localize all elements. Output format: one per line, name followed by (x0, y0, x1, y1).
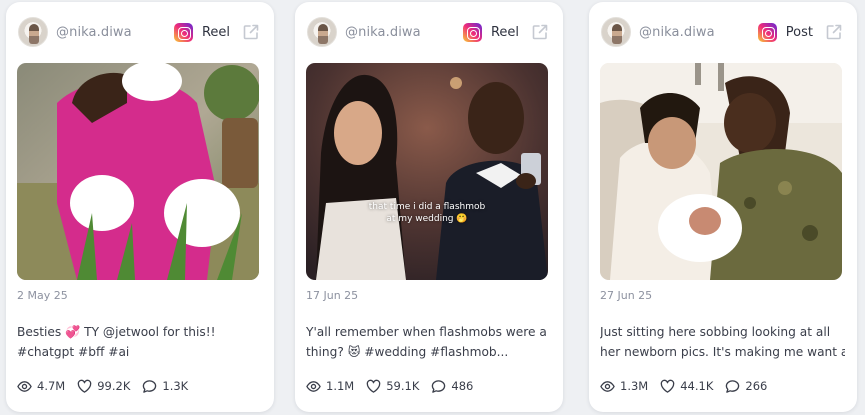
comment-icon (726, 379, 740, 393)
heart-icon (77, 379, 92, 393)
likes-count: 59.1K (386, 379, 420, 393)
post-type-label: Reel (201, 24, 230, 40)
comments-count: 266 (745, 379, 768, 393)
post-caption[interactable]: Y'all remember when flashmobs were a thi… (306, 322, 551, 362)
views-count: 1.1M (326, 379, 355, 393)
comments-stat: 266 (725, 379, 767, 394)
post-type-label: Reel (490, 24, 519, 40)
views-stat: 1.3M (600, 379, 648, 394)
likes-stat: 59.1K (366, 379, 419, 394)
instagram-icon (462, 22, 482, 42)
views-count: 1.3M (620, 379, 649, 393)
card-header: @nika.diwa Post (601, 16, 843, 48)
eye-icon (17, 380, 32, 392)
likes-count: 44.1K (680, 379, 714, 393)
external-link-icon[interactable] (531, 23, 549, 41)
comment-icon (432, 379, 446, 393)
comment-icon (143, 379, 157, 393)
views-stat: 4.7M (17, 379, 65, 394)
caption-line: Just sitting here sobbing looking at all (600, 325, 831, 339)
heart-icon (660, 379, 675, 393)
views-stat: 1.1M (306, 379, 354, 394)
card-header: @nika.diwa Reel (18, 16, 260, 48)
post-card[interactable]: @nika.diwa Reel (6, 2, 274, 412)
eye-icon (600, 380, 615, 392)
creator-handle[interactable]: @nika.diwa (345, 25, 421, 40)
video-text-overlay: that time i did a flashmob at my wedding… (368, 202, 486, 224)
post-card[interactable]: @nika.diwa Post 27 Jun 25 Just sitting h… (589, 2, 857, 412)
likes-stat: 44.1K (660, 379, 713, 394)
avatar[interactable] (307, 17, 337, 47)
post-date: 17 Jun 25 (306, 289, 359, 302)
external-link-icon[interactable] (242, 23, 260, 41)
external-link-icon[interactable] (825, 23, 843, 41)
post-date: 2 May 25 (17, 289, 68, 302)
avatar[interactable] (18, 17, 48, 47)
post-thumbnail[interactable] (17, 63, 259, 280)
caption-line: Besties 💞 TY @jetwool for this!! (17, 325, 216, 339)
eye-icon (306, 380, 321, 392)
caption-line: #chatgpt #bff #ai (17, 345, 130, 359)
comments-stat: 1.3K (142, 379, 188, 394)
avatar[interactable] (601, 17, 631, 47)
comments-count: 486 (451, 379, 474, 393)
post-type-label: Post (785, 24, 813, 40)
comments-stat: 486 (431, 379, 473, 394)
caption-line: her newborn pics. It's making me want a.… (600, 345, 845, 359)
likes-stat: 99.2K (77, 379, 130, 394)
post-caption[interactable]: Besties 💞 TY @jetwool for this!! #chatgp… (17, 322, 262, 362)
card-header: @nika.diwa Reel (307, 16, 549, 48)
post-thumbnail[interactable]: that time i did a flashmob at my wedding… (306, 63, 548, 280)
caption-line: Y'all remember when flashmobs were a (306, 325, 547, 339)
engagement-stats: 4.7M 99.2K 1.3K (17, 377, 200, 395)
engagement-stats: 1.3M 44.1K 266 (600, 377, 779, 395)
post-date: 27 Jun 25 (600, 289, 653, 302)
creator-handle[interactable]: @nika.diwa (639, 25, 715, 40)
engagement-stats: 1.1M 59.1K 486 (306, 377, 485, 395)
post-card[interactable]: @nika.diwa Reel (295, 2, 563, 412)
post-thumbnail[interactable] (600, 63, 842, 280)
comments-count: 1.3K (162, 379, 189, 393)
heart-icon (366, 379, 381, 393)
views-count: 4.7M (37, 379, 66, 393)
likes-count: 99.2K (97, 379, 131, 393)
creator-handle[interactable]: @nika.diwa (56, 25, 132, 40)
post-caption[interactable]: Just sitting here sobbing looking at all… (600, 322, 845, 362)
instagram-icon (173, 22, 193, 42)
caption-line: thing? 😻 #wedding #flashmob... (306, 345, 509, 359)
instagram-icon (757, 22, 777, 42)
